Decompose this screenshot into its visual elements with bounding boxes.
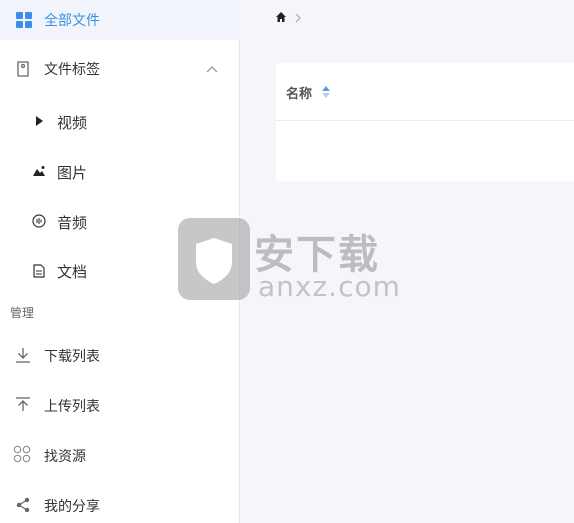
sidebar-item-video[interactable]: 视频: [0, 101, 240, 141]
breadcrumb: [275, 8, 301, 26]
play-icon: [30, 112, 48, 130]
watermark-domain: anxz.com: [258, 270, 401, 303]
sort-icon[interactable]: [321, 84, 331, 98]
image-icon: [30, 162, 48, 180]
sidebar-item-label: 下载列表: [44, 349, 100, 365]
sidebar-item-label: 视频: [57, 114, 88, 132]
sidebar-item-my-shares[interactable]: 我的分享: [0, 485, 240, 523]
sidebar-item-label: 全部文件: [44, 13, 100, 29]
tag-icon: [14, 60, 32, 78]
column-header-name[interactable]: 名称: [286, 83, 312, 102]
find-resource-icon: [13, 445, 31, 463]
share-icon: [14, 496, 32, 514]
sidebar-item-upload-list[interactable]: 上传列表: [0, 385, 240, 425]
sidebar-group-file-tags[interactable]: 文件标签: [0, 49, 240, 89]
sidebar-item-find-resource[interactable]: 找资源: [0, 435, 240, 475]
upload-icon: [14, 396, 32, 414]
breadcrumb-separator-icon: [295, 8, 301, 27]
sidebar-item-label: 文档: [57, 263, 88, 281]
document-icon: [30, 262, 48, 280]
sidebar-item-download-list[interactable]: 下载列表: [0, 335, 240, 375]
sidebar-item-label: 图片: [57, 164, 88, 182]
sidebar-item-label: 找资源: [44, 449, 86, 465]
audio-icon: [30, 212, 48, 230]
sidebar-item-label: 我的分享: [44, 499, 100, 515]
chevron-up-icon[interactable]: [205, 62, 219, 76]
sidebar-item-image[interactable]: 图片: [0, 151, 240, 191]
sidebar-item-label: 音频: [57, 214, 88, 232]
home-icon[interactable]: [275, 8, 287, 27]
file-table: 名称: [276, 63, 574, 181]
sidebar-item-all-files[interactable]: 全部文件: [0, 0, 240, 40]
shield-icon: [178, 217, 250, 300]
watermark-logo: 安下载 anxz.com: [178, 217, 401, 308]
sidebar-item-label: 文件标签: [44, 62, 100, 78]
table-header: 名称: [276, 63, 574, 121]
sidebar-item-label: 上传列表: [44, 399, 100, 415]
grid-icon: [15, 11, 33, 29]
section-label-manage: 管理: [10, 306, 35, 320]
download-icon: [14, 346, 32, 364]
